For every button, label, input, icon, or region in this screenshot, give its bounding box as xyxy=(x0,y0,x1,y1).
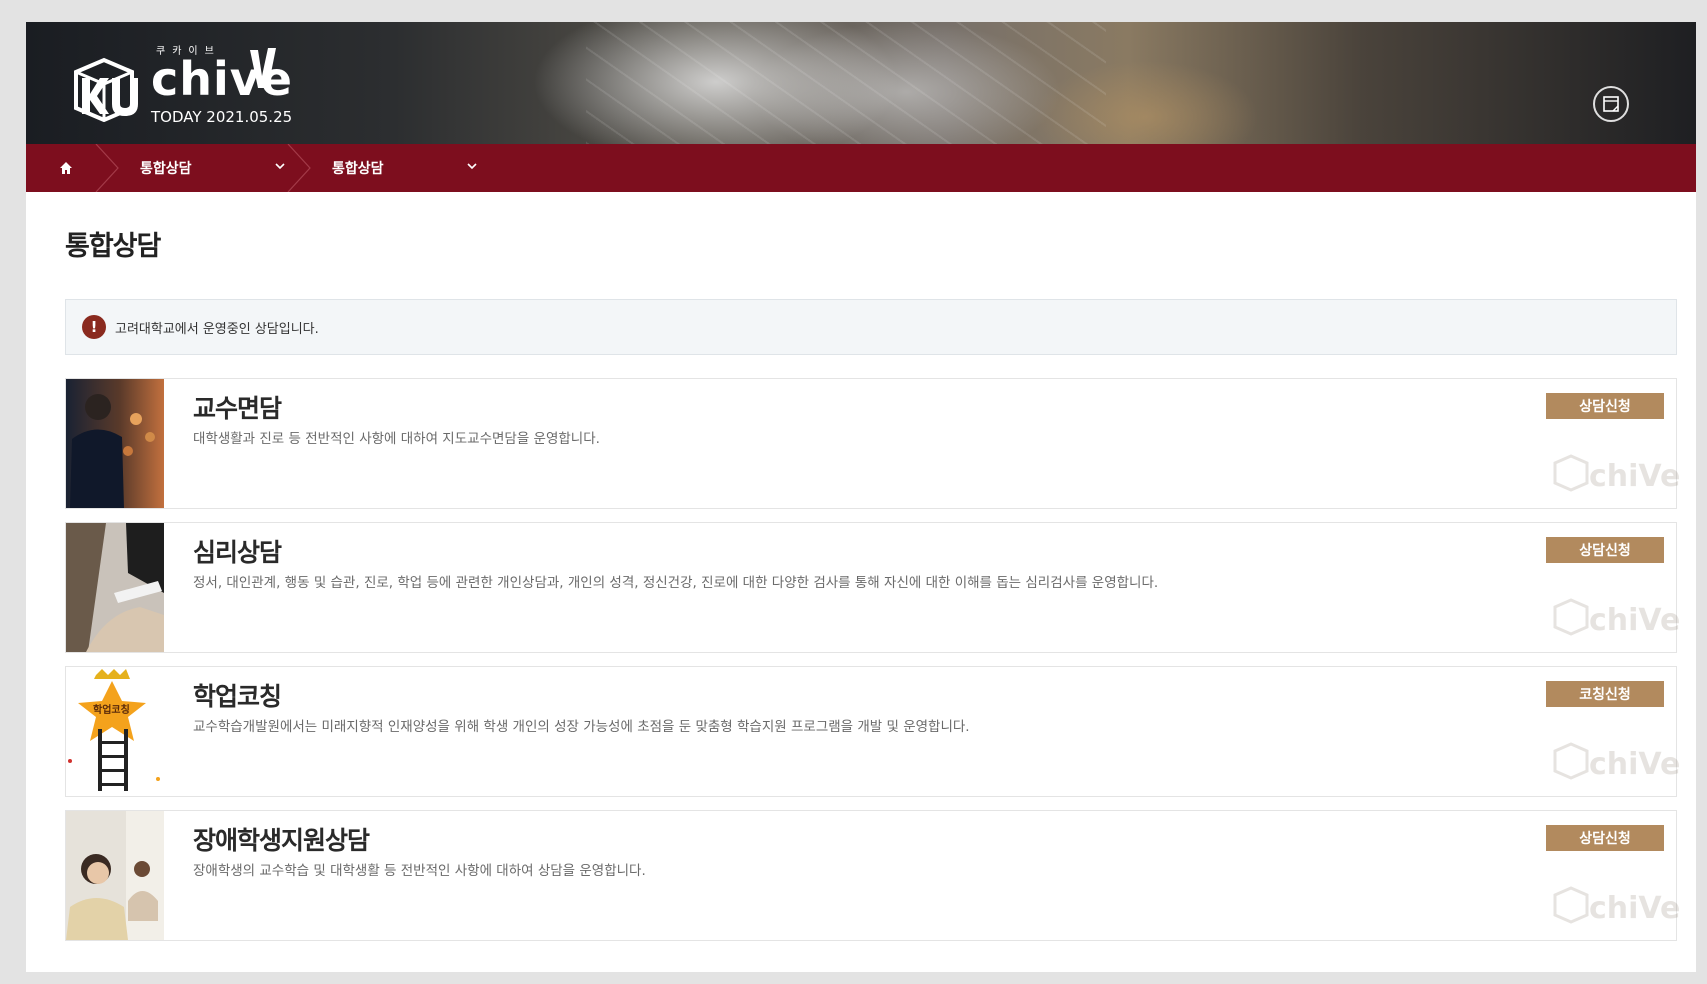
apply-button[interactable]: 상담신청 xyxy=(1546,393,1664,419)
service-card-professor: 교수면담 대학생활과 진로 등 전반적인 사항에 대하여 지도교수면담을 운영합… xyxy=(65,378,1680,509)
card-description: 대학생활과 진로 등 전반적인 사항에 대하여 지도교수면담을 운영합니다. xyxy=(193,431,600,447)
disability-thumbnail xyxy=(66,811,164,940)
page-title: 통합상담 xyxy=(65,231,161,262)
notice-box: ! 고려대학교에서 운영중인 상담입니다. xyxy=(65,299,1677,355)
watermark-logo-icon: chiVe xyxy=(1551,453,1680,497)
coaching-thumbnail-label: 학업코칭 xyxy=(93,705,130,716)
card-title: 장애학생지원상담 xyxy=(193,826,370,855)
card-title: 학업코칭 xyxy=(193,682,282,711)
breadcrumb-label: 통합상담 xyxy=(140,161,192,177)
counseling-thumbnail xyxy=(66,523,164,652)
watermark-logo-icon: chiVe xyxy=(1551,741,1680,785)
notice-text: 고려대학교에서 운영중인 상담입니다. xyxy=(115,321,319,337)
coaching-thumbnail xyxy=(66,667,164,796)
service-card-disability: 장애학생지원상담 장애학생의 교수학습 및 대학생활 등 전반적인 사항에 대하… xyxy=(65,810,1680,941)
memo-button[interactable] xyxy=(1593,86,1629,122)
breadcrumb-item-2[interactable]: 통합상담 xyxy=(298,144,490,192)
card-description: 장애학생의 교수학습 및 대학생활 등 전반적인 사항에 대하여 상담을 운영합… xyxy=(193,863,646,879)
apply-button[interactable]: 상담신청 xyxy=(1546,825,1664,851)
card-title: 교수면담 xyxy=(193,394,282,423)
alert-icon: ! xyxy=(82,315,106,339)
home-button[interactable] xyxy=(26,144,119,192)
breadcrumb-item-1[interactable]: 통합상담 xyxy=(106,144,311,192)
card-description: 정서, 대인관계, 행동 및 습관, 진로, 학업 등에 관련한 개인상담과, … xyxy=(193,575,1159,591)
service-card-coaching: 학업코칭 학업코칭 교수학습개발원에서는 미래지향적 인재양성을 위해 학생 개… xyxy=(65,666,1680,797)
home-icon xyxy=(60,162,72,174)
professor-thumbnail xyxy=(66,379,164,508)
service-card-counseling: 심리상담 정서, 대인관계, 행동 및 습관, 진로, 학업 등에 관련한 개인… xyxy=(65,522,1680,653)
logo-wordmark: chive xyxy=(151,52,293,106)
apply-button[interactable]: 코칭신청 xyxy=(1546,681,1664,707)
card-description: 교수학습개발원에서는 미래지향적 인재양성을 위해 학생 개인의 성장 가능성에… xyxy=(193,719,970,735)
apply-button[interactable]: 상담신청 xyxy=(1546,537,1664,563)
memo-icon xyxy=(1603,96,1619,112)
chevron-down-icon xyxy=(467,163,477,170)
watermark-logo-icon: chiVe xyxy=(1551,885,1680,929)
header-banner: 쿠카이브 chive TODAY 2021.05.25 xyxy=(26,22,1696,144)
chevron-down-icon xyxy=(275,163,285,170)
breadcrumb-label: 통합상담 xyxy=(332,161,384,177)
card-title: 심리상담 xyxy=(193,538,282,567)
watermark-logo-icon: chiVe xyxy=(1551,597,1680,641)
app-frame: 쿠카이브 chive TODAY 2021.05.25 통합상담 통합상담 통합… xyxy=(26,22,1696,972)
today-date: TODAY 2021.05.25 xyxy=(151,108,293,126)
breadcrumb-nav: 통합상담 통합상담 xyxy=(26,144,1696,192)
